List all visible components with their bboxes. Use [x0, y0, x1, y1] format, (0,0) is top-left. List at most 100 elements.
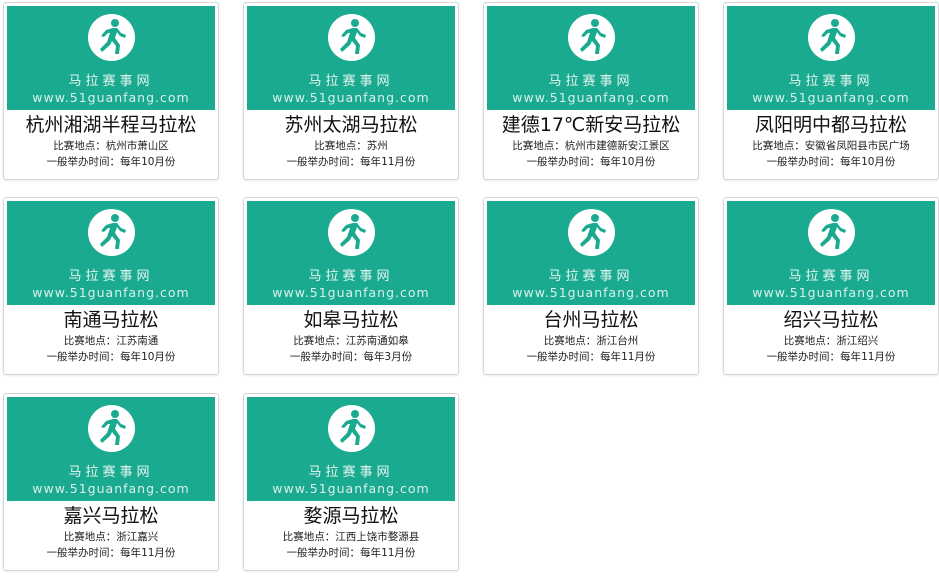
time-label: 一般举办时间：每年 [286, 547, 382, 559]
time-label: 一般举办时间：每年 [766, 351, 862, 363]
event-thumbnail[interactable]: 马拉赛事网 www.51guanfang.com [247, 397, 455, 501]
location-label: 比赛地点： [53, 140, 106, 152]
thumbnail-brand-watermark: 马拉赛事网 [308, 465, 394, 480]
time-label: 一般举办时间：每年 [766, 156, 862, 168]
thumbnail-url-watermark: www.51guanfang.com [272, 90, 430, 105]
event-time: 一般举办时间：每年11月份 [484, 350, 698, 364]
thumbnail-url-watermark: www.51guanfang.com [32, 481, 190, 496]
location-label: 比赛地点： [63, 531, 117, 543]
event-title[interactable]: 嘉兴马拉松 [4, 505, 218, 527]
event-card[interactable]: 马拉赛事网 www.51guanfang.com 杭州湘湖半程马拉松比赛地点：杭州市… [3, 2, 219, 180]
time-value: 11月份 [381, 547, 416, 559]
event-time: 一般举办时间：每年11月份 [724, 350, 938, 364]
event-title[interactable]: 苏州太湖马拉松 [244, 114, 458, 136]
event-card[interactable]: 马拉赛事网 www.51guanfang.com 绍兴马拉松比赛地点：浙江绍兴一般举… [723, 197, 939, 375]
event-thumbnail[interactable]: 马拉赛事网 www.51guanfang.com [247, 201, 455, 305]
event-location: 比赛地点：杭州市建德新安江景区 [484, 139, 698, 153]
thumbnail-brand-watermark: 马拉赛事网 [548, 269, 634, 284]
location-value: 江苏南通如皋 [345, 335, 409, 347]
event-card[interactable]: 马拉赛事网 www.51guanfang.com 台州马拉松 比赛地点：浙江台州 一般举… [483, 197, 699, 375]
thumbnail-brand-watermark: 马拉赛事网 [788, 269, 874, 284]
time-value: 10月份 [861, 156, 896, 168]
event-time: 一般举办时间：每年10月份 [4, 155, 218, 169]
event-time: 一般举办时间：每年10月份 [484, 155, 698, 169]
thumbnail-brand-watermark: 马拉赛事网 [308, 74, 394, 89]
event-thumbnail[interactable]: 马拉赛事网 www.51guanfang.com [487, 201, 695, 305]
event-title[interactable]: 杭州湘湖半程马拉松 [4, 114, 218, 136]
time-label: 一般举办时间：每年 [526, 156, 622, 168]
location-value: 杭州市萧山区 [105, 140, 169, 152]
event-card[interactable]: 马拉赛事网 www.51guanfang.com 如皋马拉松 比赛地点：江苏南通如皋一… [243, 197, 459, 375]
event-title[interactable]: 凤阳明中都马拉松 [724, 114, 938, 136]
event-location: 比赛地点：苏州 [244, 139, 458, 153]
thumbnail-url-watermark: www.51guanfang.com [272, 481, 430, 496]
location-value: 浙江绍兴 [836, 335, 879, 347]
time-value: 11月份 [141, 547, 176, 559]
runner-icon [88, 14, 135, 61]
event-time: 一般举办时间：每年11月份 [244, 155, 458, 169]
event-title[interactable]: 绍兴马拉松 [724, 309, 938, 331]
location-label: 比赛地点： [293, 335, 346, 347]
event-location: 比赛地点：江西上饶市婺源县 [244, 530, 458, 544]
thumbnail-url-watermark: www.51guanfang.com [512, 90, 670, 105]
event-card[interactable]: 马拉赛事网 www.51guanfang.com 建德17℃新安马拉松比赛地点：杭州… [483, 2, 699, 180]
time-value: 10月份 [141, 156, 176, 168]
time-label: 一般举办时间：每年 [46, 547, 142, 559]
event-card[interactable]: 马拉赛事网 www.51guanfang.com 婺源马拉松比赛地点：江西上饶市婺源… [243, 393, 459, 571]
event-title[interactable]: 南通马拉松 [4, 309, 218, 331]
location-label: 比赛地点： [282, 531, 336, 543]
runner-icon [808, 14, 855, 61]
thumbnail-url-watermark: www.51guanfang.com [512, 285, 670, 300]
thumbnail-url-watermark: www.51guanfang.com [752, 285, 910, 300]
event-title[interactable]: 婺源马拉松 [244, 505, 458, 527]
time-label: 一般举办时间：每年 [289, 351, 385, 363]
time-value: 10月份 [621, 156, 656, 168]
thumbnail-brand-watermark: 马拉赛事网 [68, 269, 154, 284]
event-location: 比赛地点：浙江台州 [484, 334, 698, 348]
event-title[interactable]: 建德17℃新安马拉松 [484, 114, 698, 136]
runner-icon [88, 405, 135, 452]
thumbnail-url-watermark: www.51guanfang.com [32, 90, 190, 105]
location-value: 苏州 [366, 140, 388, 152]
event-title[interactable]: 台州马拉松 [484, 309, 698, 331]
runner-icon [568, 209, 615, 256]
event-thumbnail[interactable]: 马拉赛事网 www.51guanfang.com [7, 6, 215, 110]
event-card[interactable]: 马拉赛事网 www.51guanfang.com 嘉兴马拉松比赛地点：浙江嘉兴一般举… [3, 393, 219, 571]
thumbnail-url-watermark: www.51guanfang.com [32, 285, 190, 300]
time-value: 11月份 [861, 351, 896, 363]
location-value: 江苏南通 [116, 335, 159, 347]
event-thumbnail[interactable]: 马拉赛事网 www.51guanfang.com [727, 201, 935, 305]
runner-icon [88, 209, 135, 256]
thumbnail-brand-watermark: 马拉赛事网 [788, 74, 874, 89]
time-label: 一般举办时间：每年 [526, 351, 622, 363]
time-label: 一般举办时间：每年 [46, 156, 142, 168]
event-time: 一般举办时间：每年3月份 [244, 350, 458, 364]
event-card[interactable]: 马拉赛事网 www.51guanfang.com 南通马拉松 比赛地点：江苏南通 一般举… [3, 197, 219, 375]
runner-icon [328, 209, 375, 256]
location-value: 杭州市建德新安江景区 [564, 140, 670, 152]
event-thumbnail[interactable]: 马拉赛事网 www.51guanfang.com [727, 6, 935, 110]
thumbnail-brand-watermark: 马拉赛事网 [68, 465, 154, 480]
thumbnail-brand-watermark: 马拉赛事网 [548, 74, 634, 89]
event-card-grid: 马拉赛事网 www.51guanfang.com 杭州湘湖半程马拉松 比赛地点：杭州市… [0, 0, 939, 580]
event-location: 比赛地点：江苏南通如皋 [244, 334, 458, 348]
location-label: 比赛地点： [783, 335, 837, 347]
event-card[interactable]: 马拉赛事网 www.51guanfang.com 苏州太湖马拉松比赛地点：苏州 一般举… [243, 2, 459, 180]
event-time: 一般举办时间：每年10月份 [724, 155, 938, 169]
time-value: 10月份 [141, 351, 176, 363]
event-location: 比赛地点：安徽省凤阳县市民广场 [724, 139, 938, 153]
event-time: 一般举办时间：每年11月份 [4, 546, 218, 560]
event-thumbnail[interactable]: 马拉赛事网 www.51guanfang.com [247, 6, 455, 110]
thumbnail-brand-watermark: 马拉赛事网 [308, 269, 394, 284]
thumbnail-url-watermark: www.51guanfang.com [272, 285, 430, 300]
event-time: 一般举办时间：每年11月份 [244, 546, 458, 560]
event-thumbnail[interactable]: 马拉赛事网 www.51guanfang.com [7, 397, 215, 501]
event-title[interactable]: 如皋马拉松 [244, 309, 458, 331]
location-label: 比赛地点： [512, 140, 565, 152]
event-card[interactable]: 马拉赛事网 www.51guanfang.com 凤阳明中都马拉松比赛地点：安徽省凤… [723, 2, 939, 180]
event-thumbnail[interactable]: 马拉赛事网 www.51guanfang.com [7, 201, 215, 305]
location-value: 江西上饶市婺源县 [335, 531, 420, 543]
runner-icon [808, 209, 855, 256]
location-value: 浙江嘉兴 [116, 531, 159, 543]
event-thumbnail[interactable]: 马拉赛事网 www.51guanfang.com [487, 6, 695, 110]
